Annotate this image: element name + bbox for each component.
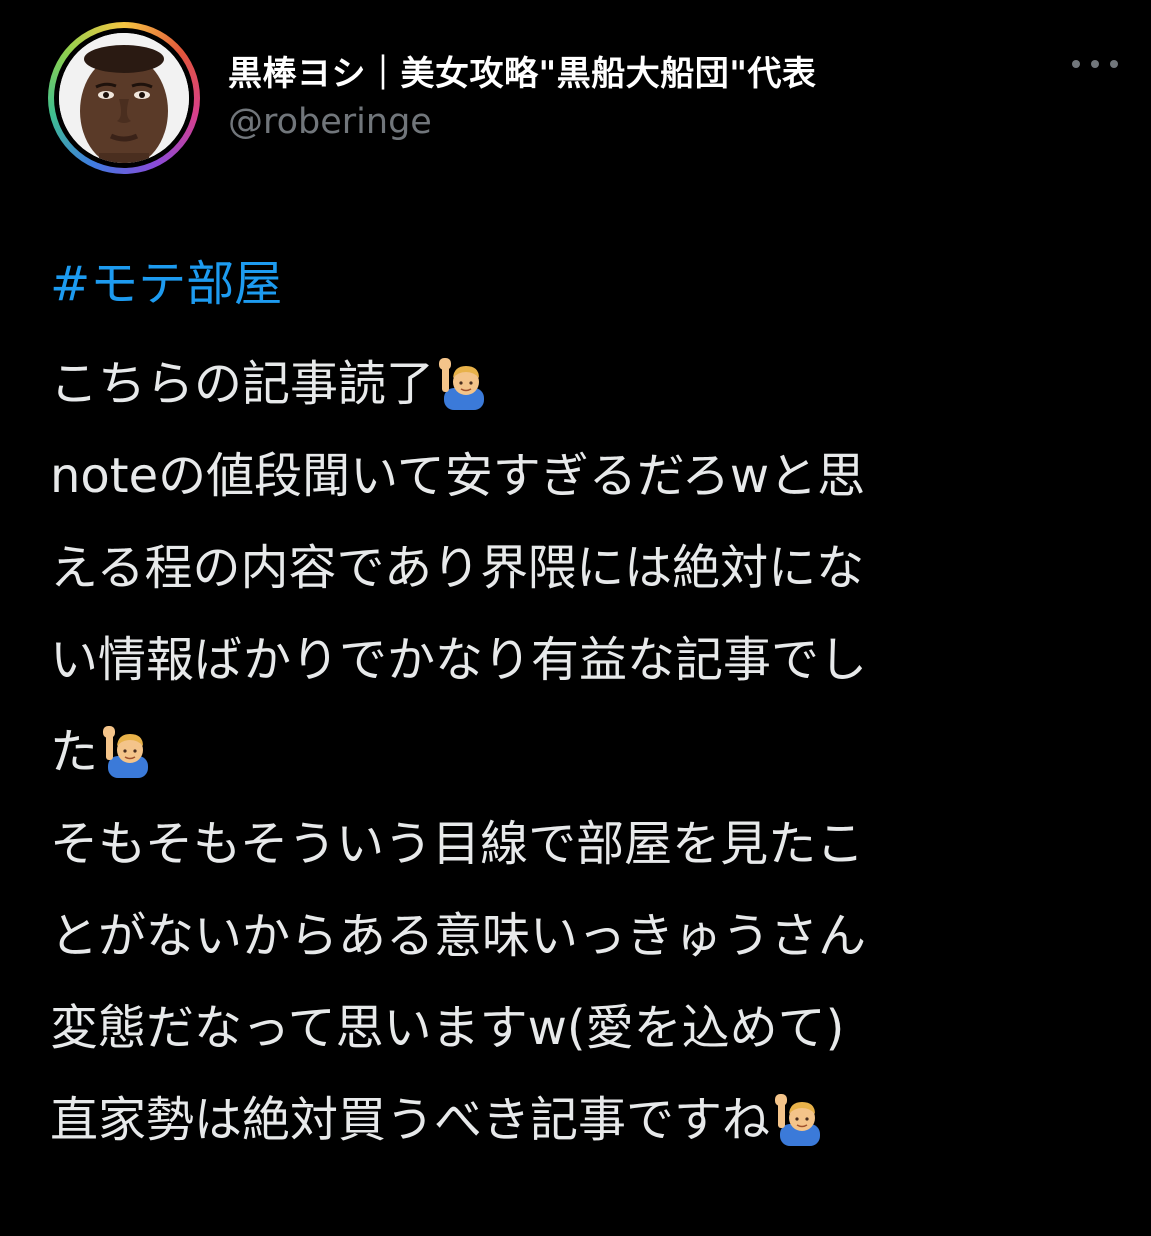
tweet-line: た (50, 706, 1120, 798)
tweet-line: える程の内容であり界隈には絶対にな (50, 540, 865, 596)
tweet-line: とがないからある意味いっきゅうさん (50, 908, 867, 964)
tweet-text: #モテ部屋 こちらの記事読了 noteの値段聞いて安すぎるだろwと思 える程の内… (50, 238, 1120, 1166)
avatar[interactable] (59, 33, 189, 163)
more-options-icon[interactable] (1072, 54, 1118, 74)
tweet-line: こちらの記事読了 (50, 338, 1120, 430)
more-dot (1091, 60, 1099, 68)
tweet-line: そもそもそういう目線で部屋を見たこ (50, 816, 865, 872)
tweet-line: noteの値段聞いて安すぎるだろwと思 (50, 448, 866, 504)
tweet-line-text: 直家勢は絶対買うべき記事ですね (50, 1092, 771, 1148)
tweet-line-text: こちらの記事読了 (50, 356, 435, 412)
tweet-header: 黒棒ヨシ｜美女攻略"黒船大船団"代表 @roberinge (48, 22, 1128, 174)
avatar-story-ring[interactable] (48, 22, 200, 174)
more-dot (1110, 60, 1118, 68)
display-name[interactable]: 黒棒ヨシ｜美女攻略"黒船大船団"代表 (228, 46, 816, 95)
person-raising-hand-icon (103, 726, 149, 778)
tweet-line: 変態だなって思いますw(愛を込めて) (50, 1000, 845, 1056)
hashtag-link[interactable]: #モテ部屋 (50, 238, 1120, 330)
avatar-gap (54, 28, 194, 168)
person-raising-hand-icon (439, 358, 485, 410)
avatar-image (59, 33, 189, 163)
user-handle[interactable]: @roberinge (228, 102, 432, 142)
person-raising-hand-icon (775, 1094, 821, 1146)
tweet-line-text: た (50, 724, 99, 780)
tweet-line: 直家勢は絶対買うべき記事ですね (50, 1074, 1120, 1166)
tweet-line: い情報ばかりでかなり有益な記事でし (50, 632, 867, 688)
more-dot (1072, 60, 1080, 68)
